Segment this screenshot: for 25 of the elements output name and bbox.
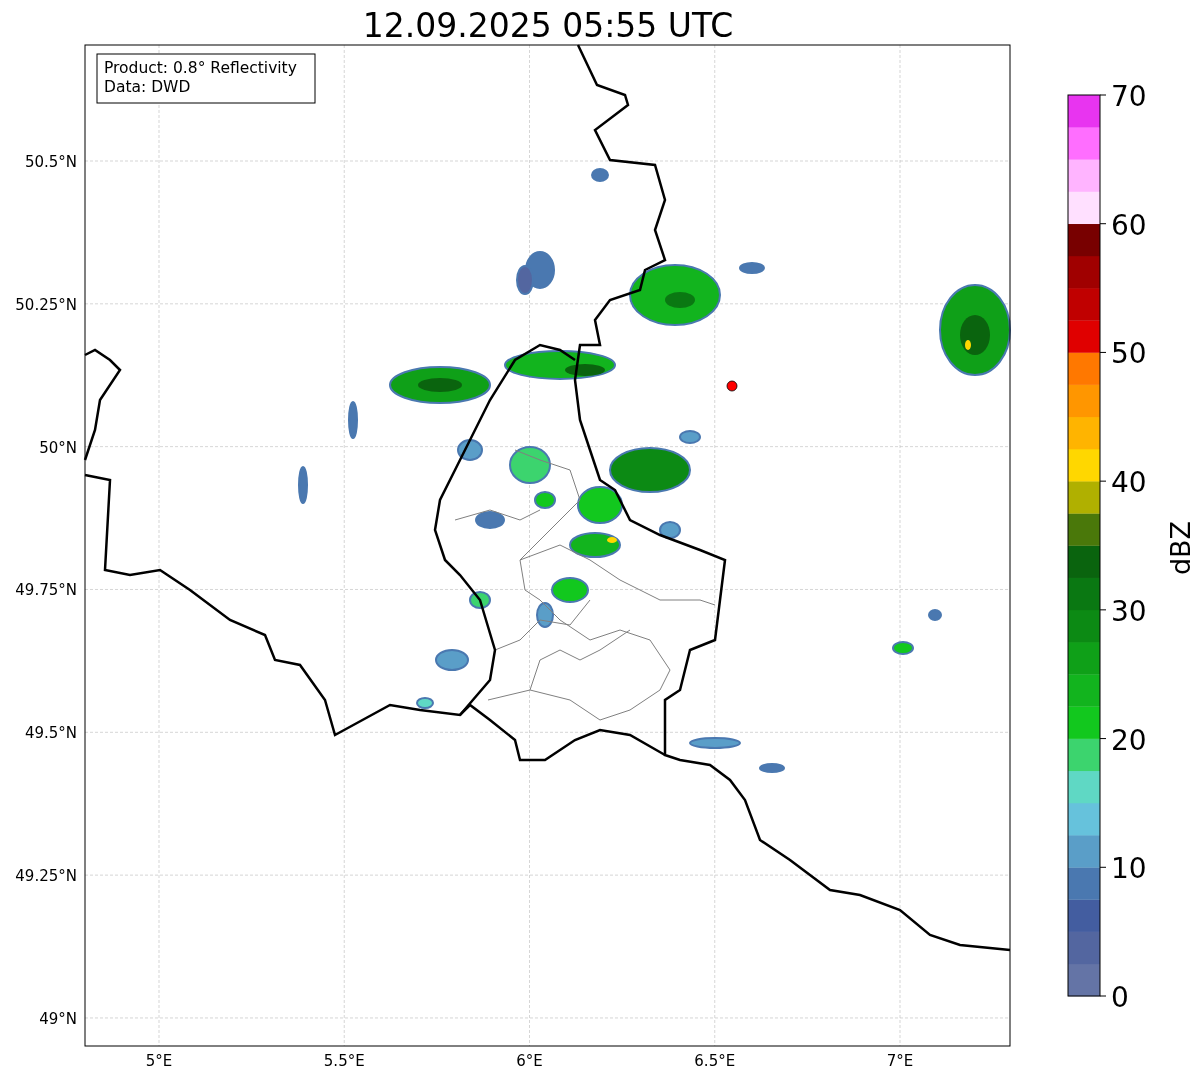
latitude-label: 49°N [39,1009,77,1028]
info-text: Data: DWD [104,78,191,96]
longitude-label: 5°E [145,1052,173,1070]
latitude-label: 50°N [39,438,77,457]
colorbar-tick-label: 60 [1111,208,1147,242]
colorbar-tick-label: 50 [1111,337,1147,371]
colorbar-label: dBZ [1165,520,1196,576]
latitude-label: 50.5°N [24,153,77,171]
info-text: Product: 0.8° Reflectivity [104,59,297,77]
latitude-label: 49.75°N [15,581,77,600]
latitude-label: 49.5°N [24,724,77,743]
colorbar-tick-label: 0 [1111,981,1129,1014]
longitude-label: 6°E [516,1052,543,1070]
latitude-label: 50.25°N [15,295,77,314]
colorbar-tick-label: 70 [1111,80,1147,113]
colorbar-tick-label: 10 [1111,852,1147,886]
colorbar-tick-label: 20 [1111,723,1147,757]
radar-site-marker [726,380,738,392]
colorbar-tick-label: 40 [1111,466,1147,500]
longitude-label: 6.5°E [694,1052,736,1070]
longitude-label: 5.5°E [323,1052,365,1070]
longitude-label: 7°E [886,1052,914,1070]
latitude-label: 49.25°N [15,867,77,886]
map-title: 12.09.2025 05:55 UTC [362,6,734,45]
colorbar-tick-label: 30 [1111,594,1147,628]
